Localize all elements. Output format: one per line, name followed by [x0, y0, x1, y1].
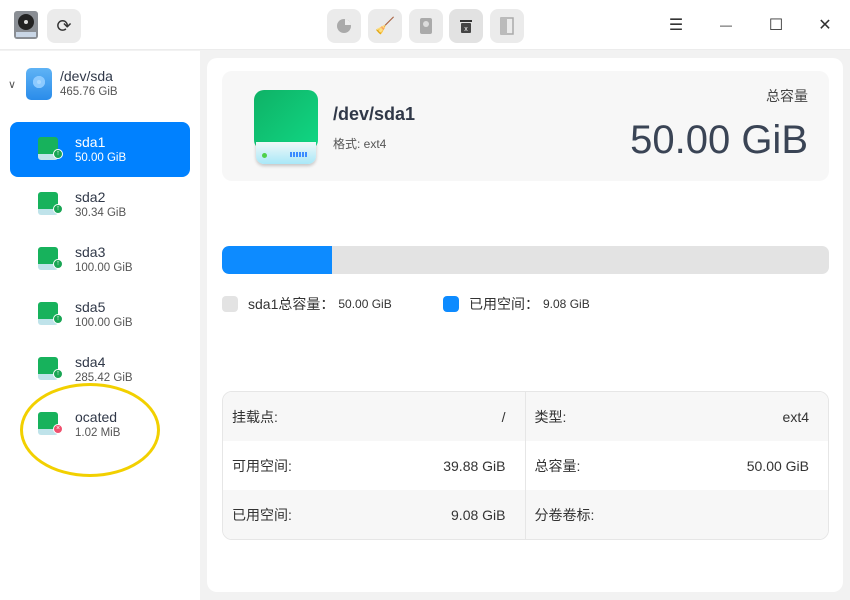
menu-button[interactable]: ☰: [664, 13, 688, 37]
partition-title: /dev/sda1: [333, 104, 416, 124]
legend-used: 已用空间： 9.08 GiB: [443, 294, 590, 314]
detail-label: 已用空间:: [232, 506, 292, 523]
title-bar: ⟳ 🧹 x ☰ — ☐ ✕: [0, 0, 850, 50]
details-row: 已用空间: 9.08 GiB 分卷卷标:: [223, 490, 828, 539]
partition-button[interactable]: [327, 9, 361, 43]
mounted-badge-icon: ↑: [53, 368, 63, 379]
minimize-button[interactable]: —: [714, 13, 738, 37]
sidebar-partition-sda1[interactable]: ↑ sda1 50.00 GiB: [10, 122, 190, 177]
close-icon: ✕: [818, 17, 832, 34]
detail-value: 39.88 GiB: [443, 457, 506, 474]
details-cell: 可用空间: 39.88 GiB: [223, 441, 526, 490]
partition-size: 100.00 GiB: [75, 316, 133, 329]
detail-value: ext4: [782, 408, 809, 425]
sidebar-partition-sda2[interactable]: ↑ sda2 30.34 GiB: [10, 177, 190, 232]
details-row: 可用空间: 39.88 GiB 总容量: 50.00 GiB: [223, 441, 828, 490]
legend-total-label: sda1总容量：: [248, 296, 335, 312]
partition-name: sda4: [75, 353, 106, 370]
svg-text:x: x: [464, 26, 468, 33]
capacity-label: 总容量: [766, 88, 808, 104]
mounted-badge-icon: ↑: [53, 258, 63, 269]
disk-utility-icon: [13, 9, 39, 41]
close-button[interactable]: ✕: [813, 13, 837, 37]
legend-used-value: 9.08 GiB: [543, 297, 590, 311]
details-cell: 总容量: 50.00 GiB: [526, 441, 829, 490]
disk-item[interactable]: ∨ /dev/sda 465.76 GiB: [8, 68, 118, 100]
maximize-button[interactable]: ☐: [764, 13, 788, 37]
partition-name: sda3: [75, 243, 106, 260]
partition-name: sda5: [75, 298, 106, 315]
refresh-icon: ⟳: [56, 15, 72, 36]
sidebar-partition-sda5[interactable]: ↑ sda5 100.00 GiB: [10, 287, 190, 342]
details-row: 挂载点: / 类型: ext4: [223, 392, 828, 441]
partition-name: sda1: [75, 133, 106, 150]
legend-total-value: 50.00 GiB: [338, 297, 392, 311]
partition-icon: ↑: [38, 301, 63, 328]
wipe-brush-icon: 🧹: [375, 18, 395, 35]
partition-summary-card: /dev/sda1 格式: ext4 总容量 50.00 GiB: [222, 71, 829, 181]
capacity-value: 50.00 GiB: [630, 118, 808, 162]
minimize-icon: —: [720, 18, 732, 32]
legend-swatch-total: [222, 296, 238, 312]
maximize-icon: ☐: [768, 17, 784, 34]
usage-bar: [222, 246, 829, 274]
partition-size: 50.00 GiB: [75, 151, 127, 164]
mount-icon: [420, 18, 432, 34]
unmount-button[interactable]: x: [449, 9, 483, 43]
resize-button[interactable]: [490, 9, 524, 43]
menu-icon: ☰: [668, 17, 684, 34]
mount-button[interactable]: [409, 9, 443, 43]
details-cell: 挂载点: /: [223, 392, 526, 441]
partition-icon: ↑: [38, 246, 63, 273]
partition-pie-icon: [337, 19, 351, 33]
details-cell: 已用空间: 9.08 GiB: [223, 490, 526, 539]
legend-total: sda1总容量： 50.00 GiB: [222, 294, 392, 314]
wipe-button[interactable]: 🧹: [368, 9, 402, 43]
unmount-icon: x: [460, 20, 472, 33]
detail-label: 分卷卷标:: [534, 506, 595, 523]
legend-swatch-used: [443, 296, 459, 312]
mounted-badge-icon: ↑: [53, 148, 63, 159]
disk-size: 465.76 GiB: [60, 86, 118, 98]
partition-name: sda2: [75, 188, 106, 205]
partition-icon: ↑: [38, 191, 63, 218]
mounted-badge-icon: ↑: [53, 313, 63, 324]
partition-details-table: 挂载点: / 类型: ext4 可用空间: 39.88 GiB 总容量: 50.00 GiB 已…: [222, 391, 829, 540]
partition-format: 格式: ext4: [333, 137, 387, 151]
hard-disk-icon: [26, 68, 52, 100]
highlight-annotation: [20, 383, 160, 477]
detail-label: 挂载点:: [232, 408, 278, 425]
detail-label: 类型:: [534, 408, 567, 425]
details-cell: 分卷卷标:: [526, 490, 829, 539]
partition-icon: ↑: [38, 136, 63, 163]
device-sidebar: ∨ /dev/sda 465.76 GiB ↑ sda1 50.00 GiB ↑ sda2…: [0, 51, 200, 600]
disk-name: /dev/sda: [60, 68, 113, 84]
partition-icon: ↑: [38, 356, 63, 383]
usage-bar-fill: [222, 246, 333, 274]
chevron-down-icon[interactable]: ∨: [8, 78, 20, 91]
partition-drive-icon: [254, 90, 318, 164]
mounted-badge-icon: ↑: [53, 203, 63, 214]
sidebar-partition-sda3[interactable]: ↑ sda3 100.00 GiB: [10, 232, 190, 287]
partition-size: 30.34 GiB: [75, 206, 127, 219]
detail-value: 9.08 GiB: [451, 506, 506, 523]
refresh-button[interactable]: ⟳: [47, 9, 81, 43]
details-cell: 类型: ext4: [526, 392, 829, 441]
resize-icon: [500, 17, 514, 35]
detail-value: /: [501, 408, 506, 425]
detail-value: 50.00 GiB: [746, 457, 809, 474]
detail-label: 总容量:: [534, 457, 581, 474]
partition-size: 100.00 GiB: [75, 261, 133, 274]
detail-label: 可用空间:: [232, 457, 292, 474]
legend-used-label: 已用空间：: [469, 296, 539, 312]
